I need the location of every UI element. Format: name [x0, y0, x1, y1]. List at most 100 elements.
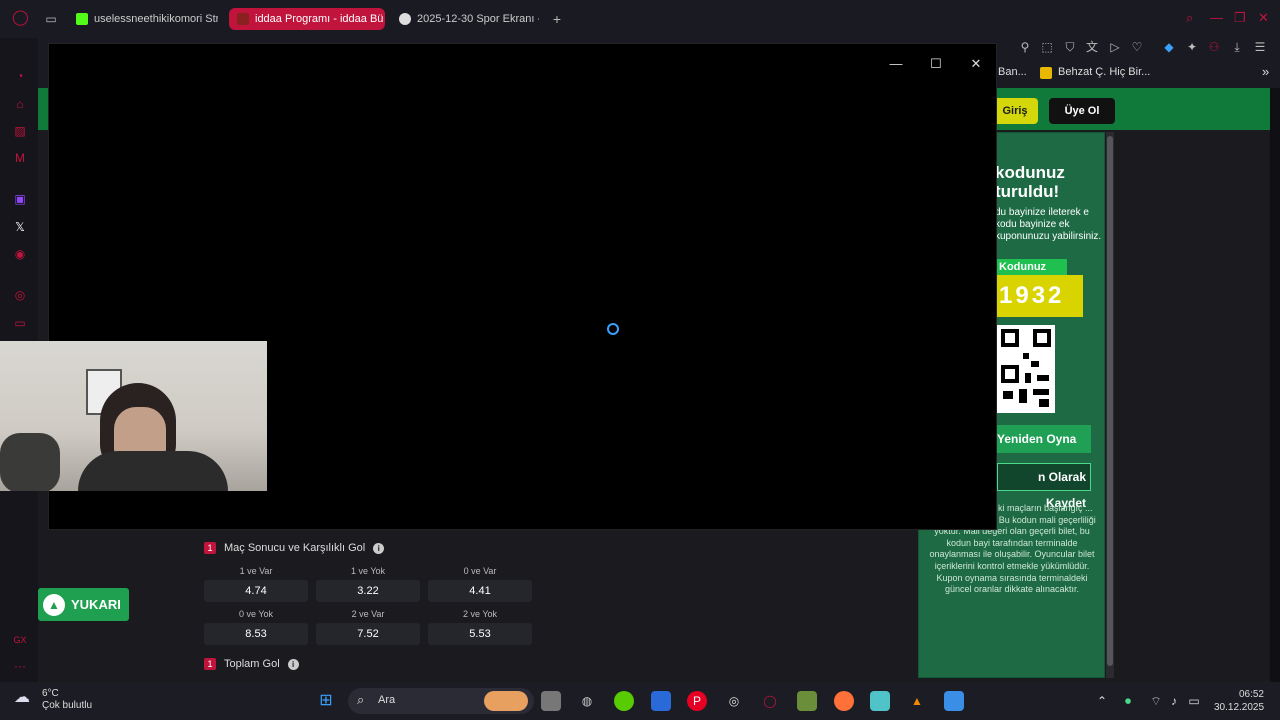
paint-icon[interactable]: [944, 691, 964, 711]
shield-icon[interactable]: ⛉: [1063, 40, 1077, 54]
new-tab-button[interactable]: +: [550, 12, 564, 26]
cloud-icon: ☁: [14, 689, 30, 706]
login-button[interactable]: Giriş: [992, 98, 1038, 124]
spotify-icon[interactable]: ◎: [12, 287, 28, 303]
minimize-icon[interactable]: —: [886, 54, 906, 74]
info-icon[interactable]: i: [373, 542, 385, 554]
more-bookmarks-icon[interactable]: »: [1262, 64, 1269, 79]
pinterest-icon[interactable]: P: [687, 691, 707, 711]
market-block: 1 Maç Sonucu ve Karşılıklı Gol i 1 ve Va…: [198, 540, 538, 680]
download-icon[interactable]: ⤓: [1230, 40, 1244, 54]
weather-widget[interactable]: ☁ 6°C Çok bulutlu: [14, 688, 92, 712]
odd-button[interactable]: 3.22: [316, 580, 420, 602]
search-icon: ⌕: [357, 692, 365, 707]
steam-icon[interactable]: ◍: [577, 691, 597, 711]
odd-button[interactable]: 4.41: [428, 580, 532, 602]
scroll-up-button[interactable]: ▲ YUKARI: [38, 588, 129, 621]
opera-logo-icon[interactable]: ◯: [12, 10, 29, 25]
odd-button[interactable]: 5.53: [428, 623, 532, 645]
firefox-icon[interactable]: [834, 691, 854, 711]
duolingo-icon[interactable]: [614, 691, 634, 711]
odd-button[interactable]: 8.53: [204, 623, 308, 645]
search-label: Ara: [378, 694, 396, 706]
odd-label: 1 ve Var: [239, 566, 273, 576]
info-icon[interactable]: i: [287, 658, 299, 670]
bookmark-item[interactable]: Behzat Ç. Hiç Bir...: [1058, 66, 1150, 78]
minecraft-icon[interactable]: [797, 691, 817, 711]
clock[interactable]: 06:52 30.12.2025: [1214, 688, 1264, 714]
tab-stream[interactable]: uselessneethikikomori Str: [68, 8, 218, 30]
wifi-icon[interactable]: ⌔: [1146, 691, 1166, 711]
coupon-title: kodunuz turuldu!: [995, 163, 1065, 201]
extensions-icon[interactable]: ✦: [1185, 40, 1199, 54]
mail-icon[interactable]: [651, 691, 671, 711]
chrome-icon[interactable]: ◎: [724, 691, 744, 711]
play-again-button[interactable]: Yeniden Oyna: [997, 425, 1091, 453]
windows-start-icon[interactable]: ⊞: [316, 691, 336, 711]
aria-icon[interactable]: ◔: [12, 68, 28, 84]
more-icon[interactable]: ···: [12, 658, 28, 674]
coupon-code-label: Kodunuz: [997, 259, 1067, 275]
weather-desc: Çok bulutlu: [42, 700, 93, 711]
close-icon[interactable]: ✕: [1258, 10, 1269, 26]
app-icon[interactable]: ◉: [12, 246, 28, 262]
menu-icon[interactable]: ☰: [1253, 40, 1267, 54]
market-number: 1: [204, 542, 216, 554]
minimize-icon[interactable]: —: [1210, 10, 1223, 25]
odd-label: 2 ve Yok: [462, 609, 498, 619]
x-icon[interactable]: 𝕏: [12, 219, 28, 235]
webcam-background-object: [0, 433, 60, 491]
tab-label: 2025-12-30 Spor Ekranı -: [417, 13, 539, 25]
odd-label: 1 ve Yok: [350, 566, 386, 576]
market-title[interactable]: 1 Maç Sonucu ve Karşılıklı Gol i: [204, 542, 385, 554]
twitch-icon[interactable]: ▣: [12, 191, 28, 207]
weather-temp: 6°C: [42, 688, 59, 699]
tab-iddaa[interactable]: iddaa Programı - iddaa Bü: [229, 8, 385, 30]
qr-code-icon: [997, 325, 1055, 413]
translate-icon[interactable]: 文: [1085, 40, 1099, 54]
save-coupon-button[interactable]: n Olarak Kaydet: [997, 463, 1091, 510]
diamond-icon[interactable]: ◆: [1162, 40, 1176, 54]
messenger-icon[interactable]: M: [12, 150, 28, 166]
taskbar-search[interactable]: ⌕ Ara: [348, 688, 534, 714]
odd-button[interactable]: 7.52: [316, 623, 420, 645]
register-button[interactable]: Üye Ol: [1049, 98, 1115, 124]
folder-icon[interactable]: ▭: [12, 315, 28, 331]
search-highlight-icon: [484, 691, 528, 711]
snapshot-icon[interactable]: ⬚: [1040, 40, 1054, 54]
coupon-scrollbar[interactable]: [1106, 132, 1114, 678]
webcam-overlay: [0, 341, 267, 491]
bookmark-item[interactable]: Ban...: [998, 66, 1027, 78]
battery-icon[interactable]: ▭: [1184, 691, 1204, 711]
market-title[interactable]: 1 Toplam Gol i: [204, 658, 299, 670]
person-body: [78, 451, 228, 491]
wallet-icon[interactable]: ▨: [12, 123, 28, 139]
send-icon[interactable]: ▷: [1108, 40, 1122, 54]
volume-icon[interactable]: ♪: [1164, 691, 1184, 711]
tab-spor-ekrani[interactable]: 2025-12-30 Spor Ekranı -: [391, 8, 539, 30]
maximize-icon[interactable]: ☐: [926, 54, 946, 74]
profile-icon[interactable]: ⚇: [1207, 40, 1221, 54]
restore-icon[interactable]: ❐: [1234, 10, 1246, 26]
microphone-icon[interactable]: ⏺: [1118, 691, 1138, 711]
search-tabs-icon[interactable]: ⌕: [1186, 10, 1193, 26]
pin-icon[interactable]: ⚲: [1018, 40, 1032, 54]
notepad-icon[interactable]: [870, 691, 890, 711]
gx-icon[interactable]: GX: [12, 632, 28, 648]
odd-button[interactable]: 4.74: [204, 580, 308, 602]
heart-icon[interactable]: ♡: [1130, 40, 1144, 54]
scrollbar-thumb[interactable]: [1107, 136, 1113, 666]
task-view-icon[interactable]: [541, 691, 561, 711]
opera-gx-icon[interactable]: ◯: [760, 691, 780, 711]
vlc-icon[interactable]: ▲: [907, 691, 927, 711]
tab-menu-icon[interactable]: ▭: [44, 12, 58, 26]
screen: ◯ ▭ uselessneethikikomori Str iddaa Prog…: [0, 0, 1280, 720]
browser-tab-bar: ◯ ▭ uselessneethikikomori Str iddaa Prog…: [0, 0, 1280, 38]
close-icon[interactable]: ✕: [966, 54, 986, 74]
odd-label: 2 ve Var: [351, 609, 385, 619]
kick-icon: [76, 13, 88, 25]
football-icon: [399, 13, 411, 25]
tray-expand-icon[interactable]: ⌃: [1092, 691, 1112, 711]
scroll-up-label: YUKARI: [71, 597, 121, 612]
workspace-icon[interactable]: ⌂: [12, 96, 28, 112]
